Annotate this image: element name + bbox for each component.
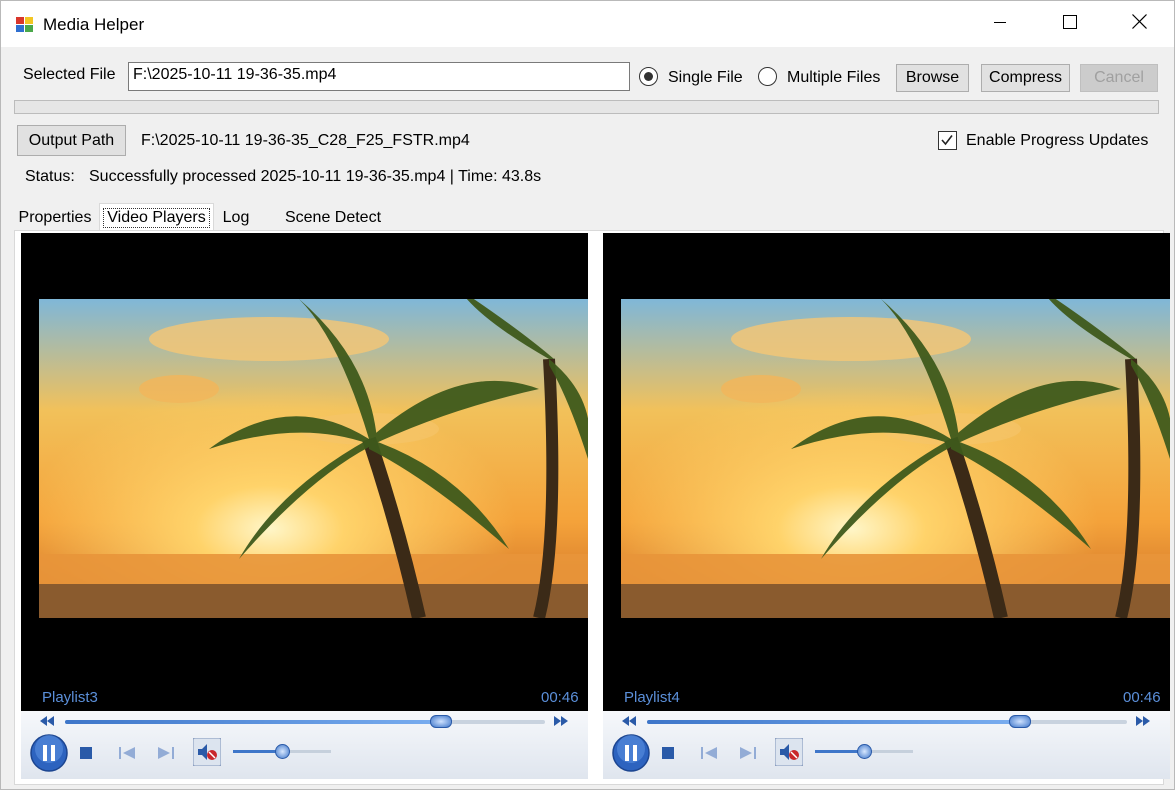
single-file-radio[interactable] xyxy=(639,67,658,86)
previous-icon[interactable] xyxy=(700,746,718,760)
pause-icon[interactable] xyxy=(612,734,650,772)
player-1-volume-thumb[interactable] xyxy=(275,744,290,759)
player-2-volume-thumb[interactable] xyxy=(857,744,872,759)
player-1-controls xyxy=(21,711,588,779)
player-2-controls xyxy=(603,711,1170,779)
tab-video-players[interactable]: Video Players xyxy=(99,203,214,231)
status-text: Successfully processed 2025-10-11 19-36-… xyxy=(89,168,542,185)
maximize-icon xyxy=(1063,14,1077,34)
tab-log-label: Log xyxy=(222,209,250,226)
selected-file-label: Selected File xyxy=(23,66,116,83)
tab-log[interactable]: Log xyxy=(216,206,256,230)
fast-forward-icon[interactable] xyxy=(1136,715,1150,727)
video-player-2[interactable]: Playlist4 00:46 xyxy=(603,233,1170,779)
compress-button[interactable]: Compress xyxy=(981,64,1070,92)
output-path-button[interactable]: Output Path xyxy=(17,125,126,156)
close-icon xyxy=(1131,14,1147,34)
single-file-label[interactable]: Single File xyxy=(668,69,743,87)
video-player-1[interactable]: Playlist3 00:46 xyxy=(21,233,588,779)
tab-scene-detect[interactable]: Scene Detect xyxy=(277,206,389,230)
enable-progress-updates-checkbox[interactable] xyxy=(938,131,957,150)
compression-progress-bar xyxy=(14,100,1159,114)
enable-progress-updates-label[interactable]: Enable Progress Updates xyxy=(966,132,1148,150)
browse-button[interactable]: Browse xyxy=(896,64,969,92)
media-helper-icon xyxy=(15,15,35,33)
window-title: Media Helper xyxy=(43,15,145,34)
maximize-button[interactable] xyxy=(1035,1,1105,47)
pause-icon[interactable] xyxy=(30,734,68,772)
title-bar: Media Helper xyxy=(1,1,1174,47)
beach-sunset-video-image xyxy=(621,299,1170,618)
tab-properties[interactable]: Properties xyxy=(15,206,95,230)
mute-icon[interactable] xyxy=(774,737,804,767)
previous-icon[interactable] xyxy=(118,746,136,760)
stop-icon[interactable] xyxy=(79,746,93,760)
player-2-seek-thumb[interactable] xyxy=(1009,715,1031,728)
video-frame-1 xyxy=(39,299,588,618)
tab-properties-label: Properties xyxy=(18,209,92,226)
mute-icon[interactable] xyxy=(192,737,222,767)
player-1-seek-thumb[interactable] xyxy=(430,715,452,728)
minimize-button[interactable] xyxy=(965,1,1035,47)
multiple-files-radio[interactable] xyxy=(758,67,777,86)
player-1-playlist: Playlist3 xyxy=(42,689,98,706)
selected-file-input[interactable]: F:\2025-10-11 19-36-35.mp4 xyxy=(128,62,630,91)
rewind-icon[interactable] xyxy=(40,715,54,727)
beach-sunset-video-image xyxy=(39,299,588,618)
main-window: Media Helper Selected File F:\2025-10-11… xyxy=(0,0,1175,790)
output-path-value: F:\2025-10-11 19-36-35_C28_F25_FSTR.mp4 xyxy=(141,132,470,149)
tab-scene-detect-label: Scene Detect xyxy=(284,209,382,226)
player-2-playlist: Playlist4 xyxy=(624,689,680,706)
status-label: Status: xyxy=(25,168,75,185)
tab-video-players-label: Video Players xyxy=(103,207,210,228)
next-icon[interactable] xyxy=(157,746,175,760)
fast-forward-icon[interactable] xyxy=(554,715,568,727)
close-button[interactable] xyxy=(1104,1,1174,47)
stop-icon[interactable] xyxy=(661,746,675,760)
video-frame-2 xyxy=(621,299,1170,618)
player-1-time: 00:46 xyxy=(541,689,579,706)
player-2-time: 00:46 xyxy=(1123,689,1161,706)
rewind-icon[interactable] xyxy=(622,715,636,727)
minimize-icon xyxy=(993,15,1007,34)
multiple-files-label[interactable]: Multiple Files xyxy=(787,69,880,87)
next-icon[interactable] xyxy=(739,746,757,760)
cancel-button[interactable]: Cancel xyxy=(1080,64,1158,92)
